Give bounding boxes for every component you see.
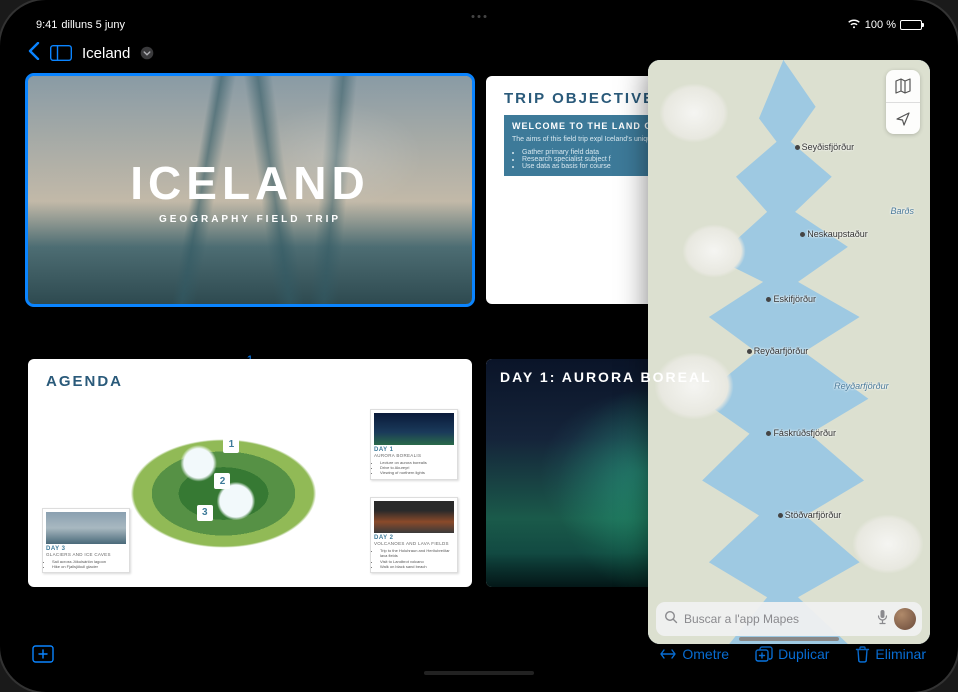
multitask-dots[interactable] — [472, 15, 487, 18]
add-slide-button[interactable] — [32, 645, 54, 663]
map-place-label[interactable]: Neskaupstaður — [800, 229, 868, 239]
battery-percent: 100 % — [865, 19, 896, 31]
maps-slideover[interactable]: Seyðisfjörður Neskaupstaður Eskifjörður Rey… — [648, 60, 930, 644]
locate-button[interactable] — [886, 102, 920, 134]
duplicate-button[interactable]: Duplicar — [755, 646, 829, 662]
map-place-label[interactable]: Seyðisfjörður — [795, 142, 855, 152]
map-marker: 3 — [197, 505, 213, 521]
status-bar: 9:41 dilluns 5 juny 100 % — [14, 14, 944, 36]
map-controls — [886, 70, 920, 134]
duplicate-label: Duplicar — [778, 646, 829, 662]
slide-4-title: DAY 1: AURORA BOREAL — [500, 369, 712, 385]
user-avatar[interactable] — [894, 608, 916, 630]
microphone-icon[interactable] — [877, 609, 888, 630]
battery-icon — [900, 20, 922, 30]
skip-label: Ometre — [682, 646, 729, 662]
slide-3-title: AGENDA — [46, 373, 454, 390]
map-place-label[interactable]: Stöðvarfjörður — [778, 510, 842, 520]
delete-label: Eliminar — [875, 646, 926, 662]
back-button[interactable] — [28, 40, 40, 66]
slide-thumbnail[interactable]: ICELAND GEOGRAPHY FIELD TRIP 1 — [28, 76, 472, 347]
document-title[interactable]: Iceland — [82, 45, 130, 62]
map-marker: 1 — [223, 437, 239, 453]
map-mode-button[interactable] — [886, 70, 920, 102]
map-canvas[interactable]: Seyðisfjörður Neskaupstaður Eskifjörður Rey… — [648, 60, 930, 644]
status-date: dilluns 5 juny — [61, 19, 125, 31]
sidebar-toggle-icon[interactable] — [50, 45, 72, 61]
map-place-label[interactable]: Reyðarfjörður — [747, 346, 809, 356]
slide-1-title: ICELAND — [130, 156, 369, 210]
home-indicator[interactable] — [424, 671, 534, 675]
search-icon — [664, 610, 678, 629]
map-search-input[interactable] — [684, 612, 871, 626]
slide-1-subtitle: GEOGRAPHY FIELD TRIP — [159, 214, 341, 225]
map-water-label: Barðs — [891, 206, 915, 216]
wifi-icon — [847, 19, 861, 32]
day-card: DAY 1 AURORA BOREALIS Lecture on aurora … — [370, 409, 458, 480]
day-card: DAY 3 GLACIERS AND ICE CAVES Sail across… — [42, 508, 130, 573]
map-search-bar[interactable] — [656, 602, 922, 636]
map-place-label[interactable]: Eskifjörður — [766, 294, 816, 304]
map-place-label[interactable]: Fáskrúðsfjörður — [766, 428, 836, 438]
skip-button[interactable]: Ometre — [659, 646, 729, 662]
chevron-down-icon[interactable] — [140, 46, 154, 60]
map-marker: 2 — [214, 473, 230, 489]
status-time: 9:41 — [36, 19, 57, 31]
slideover-home-indicator[interactable] — [739, 637, 839, 641]
slide-thumbnail[interactable]: AGENDA 1 2 3 DAY 1 AURORA BOREALIS Lectu… — [28, 359, 472, 630]
delete-button[interactable]: Eliminar — [855, 646, 926, 663]
day-card: DAY 2 VOLCANOES AND LAVA FIELDS Trip to … — [370, 497, 458, 573]
map-water-label: Reyðarfjörður — [834, 381, 889, 391]
